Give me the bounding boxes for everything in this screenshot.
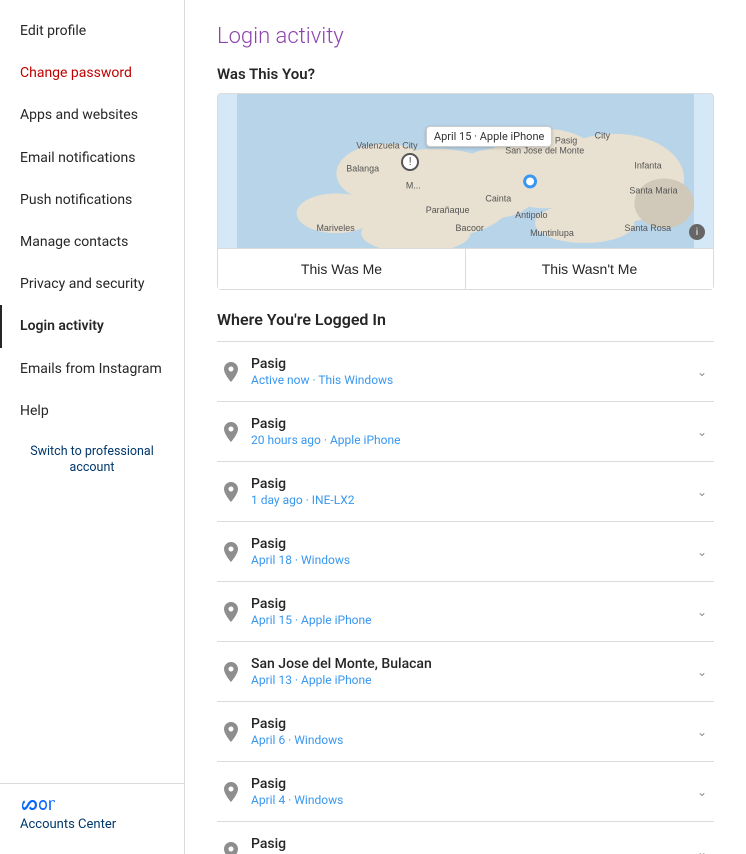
svg-text:Antipolo: Antipolo bbox=[515, 210, 547, 220]
meta-logo bbox=[20, 796, 164, 812]
login-city: Pasig bbox=[251, 356, 694, 372]
sidebar-item-email-notifications[interactable]: Email notifications bbox=[0, 137, 184, 179]
switch-to-pro-button[interactable]: Switch to professional account bbox=[0, 436, 184, 485]
login-detail: 1 day ago · INE-LX2 bbox=[251, 493, 694, 507]
login-city: Pasig bbox=[251, 836, 694, 852]
login-detail: 20 hours ago · Apple iPhone bbox=[251, 433, 694, 447]
map-visual: Balanga San Jose del Monte Pasig City Ca… bbox=[218, 94, 713, 248]
meta-icon bbox=[20, 796, 56, 812]
login-info: San Jose del Monte, Bulacan April 13 · A… bbox=[251, 656, 694, 687]
sidebar-item-edit-profile[interactable]: Edit profile bbox=[0, 10, 184, 52]
login-list: Pasig Active now · This Windows ⌄ Pasig … bbox=[217, 341, 714, 854]
svg-text:Bacoor: Bacoor bbox=[456, 223, 484, 233]
sidebar: Edit profileChange passwordApps and webs… bbox=[0, 0, 185, 854]
sidebar-item-apps-websites[interactable]: Apps and websites bbox=[0, 94, 184, 136]
login-detail: April 15 · Apple iPhone bbox=[251, 613, 694, 627]
svg-text:San Jose del Monte: San Jose del Monte bbox=[505, 146, 584, 156]
this-wasnt-me-button[interactable]: This Wasn't Me bbox=[466, 249, 713, 289]
svg-text:Infanta: Infanta bbox=[634, 161, 661, 171]
login-session-item[interactable]: Pasig April 18 · Windows ⌄ bbox=[217, 522, 714, 582]
svg-text:M...: M... bbox=[406, 180, 421, 190]
location-icon bbox=[221, 660, 241, 684]
login-city: Pasig bbox=[251, 416, 694, 432]
location-icon bbox=[221, 480, 241, 504]
was-this-you-buttons: This Was Me This Wasn't Me bbox=[217, 248, 714, 290]
svg-text:Mariveles: Mariveles bbox=[316, 223, 355, 233]
login-city: Pasig bbox=[251, 716, 694, 732]
login-detail: April 13 · Apple iPhone bbox=[251, 673, 694, 687]
login-info: Pasig March 31 · Windows bbox=[251, 836, 694, 854]
login-session-item[interactable]: Pasig March 31 · Windows ⌄ bbox=[217, 822, 714, 854]
login-info: Pasig Active now · This Windows bbox=[251, 356, 694, 387]
chevron-down-icon: ⌄ bbox=[694, 364, 710, 380]
login-city: Pasig bbox=[251, 596, 694, 612]
login-info: Pasig April 18 · Windows bbox=[251, 536, 694, 567]
login-info: Pasig 20 hours ago · Apple iPhone bbox=[251, 416, 694, 447]
login-detail: April 4 · Windows bbox=[251, 793, 694, 807]
map-exclaim-icon: ! bbox=[401, 153, 419, 171]
login-detail: Active now · This Windows bbox=[251, 373, 694, 387]
sidebar-item-change-password[interactable]: Change password bbox=[0, 52, 184, 94]
login-detail: April 18 · Windows bbox=[251, 553, 694, 567]
location-icon bbox=[221, 600, 241, 624]
login-city: San Jose del Monte, Bulacan bbox=[251, 656, 694, 672]
chevron-down-icon: ⌄ bbox=[694, 424, 710, 440]
location-icon bbox=[221, 840, 241, 854]
chevron-down-icon: ⌄ bbox=[694, 724, 710, 740]
this-was-me-button[interactable]: This Was Me bbox=[218, 249, 466, 289]
svg-text:Santa Maria: Santa Maria bbox=[629, 185, 677, 195]
map-info-icon: i bbox=[689, 224, 705, 240]
login-city: Pasig bbox=[251, 476, 694, 492]
login-session-item[interactable]: Pasig April 6 · Windows ⌄ bbox=[217, 702, 714, 762]
login-session-item[interactable]: Pasig April 4 · Windows ⌄ bbox=[217, 762, 714, 822]
svg-text:Muntinlupa: Muntinlupa bbox=[530, 228, 574, 238]
svg-text:Cainta: Cainta bbox=[485, 193, 511, 203]
location-icon bbox=[221, 720, 241, 744]
sidebar-item-privacy-security[interactable]: Privacy and security bbox=[0, 263, 184, 305]
login-info: Pasig April 6 · Windows bbox=[251, 716, 694, 747]
sidebar-item-push-notifications[interactable]: Push notifications bbox=[0, 179, 184, 221]
chevron-down-icon: ⌄ bbox=[694, 544, 710, 560]
sidebar-nav: Edit profileChange passwordApps and webs… bbox=[0, 10, 184, 783]
svg-text:Santa Rosa: Santa Rosa bbox=[624, 223, 671, 233]
map-tooltip: April 15 · Apple iPhone bbox=[426, 126, 552, 147]
sidebar-item-emails-from-instagram[interactable]: Emails from Instagram bbox=[0, 348, 184, 390]
login-info: Pasig 1 day ago · INE-LX2 bbox=[251, 476, 694, 507]
sidebar-item-manage-contacts[interactable]: Manage contacts bbox=[0, 221, 184, 263]
login-session-item[interactable]: Pasig 1 day ago · INE-LX2 ⌄ bbox=[217, 462, 714, 522]
svg-text:Parañaque: Parañaque bbox=[426, 205, 470, 215]
login-session-item[interactable]: Pasig 20 hours ago · Apple iPhone ⌄ bbox=[217, 402, 714, 462]
location-icon bbox=[221, 540, 241, 564]
svg-text:City: City bbox=[595, 131, 611, 141]
chevron-down-icon: ⌄ bbox=[694, 604, 710, 620]
where-logged-in-title: Where You're Logged In bbox=[217, 310, 714, 329]
login-session-item[interactable]: Pasig April 15 · Apple iPhone ⌄ bbox=[217, 582, 714, 642]
login-city: Pasig bbox=[251, 776, 694, 792]
chevron-down-icon: ⌄ bbox=[694, 664, 710, 680]
chevron-down-icon: ⌄ bbox=[694, 484, 710, 500]
chevron-down-icon: ⌄ bbox=[694, 844, 710, 854]
login-session-item[interactable]: Pasig Active now · This Windows ⌄ bbox=[217, 342, 714, 402]
svg-text:Balanga: Balanga bbox=[346, 163, 379, 173]
location-icon bbox=[221, 780, 241, 804]
location-icon bbox=[221, 360, 241, 384]
svg-text:Pasig: Pasig bbox=[555, 136, 577, 146]
page-title: Login activity bbox=[217, 24, 714, 49]
login-info: Pasig April 4 · Windows bbox=[251, 776, 694, 807]
map-container: Balanga San Jose del Monte Pasig City Ca… bbox=[217, 93, 714, 248]
main-content: Login activity Was This You? Balanga San… bbox=[185, 0, 746, 854]
login-city: Pasig bbox=[251, 536, 694, 552]
was-this-you-heading: Was This You? bbox=[217, 65, 714, 83]
svg-text:Valenzuela City: Valenzuela City bbox=[356, 141, 418, 151]
sidebar-item-login-activity[interactable]: Login activity bbox=[0, 305, 184, 347]
login-info: Pasig April 15 · Apple iPhone bbox=[251, 596, 694, 627]
sidebar-footer: Accounts Center bbox=[0, 783, 184, 844]
location-icon bbox=[221, 420, 241, 444]
login-session-item[interactable]: San Jose del Monte, Bulacan April 13 · A… bbox=[217, 642, 714, 702]
login-detail: April 6 · Windows bbox=[251, 733, 694, 747]
chevron-down-icon: ⌄ bbox=[694, 784, 710, 800]
accounts-center-link[interactable]: Accounts Center bbox=[20, 817, 116, 832]
sidebar-item-help[interactable]: Help bbox=[0, 390, 184, 432]
